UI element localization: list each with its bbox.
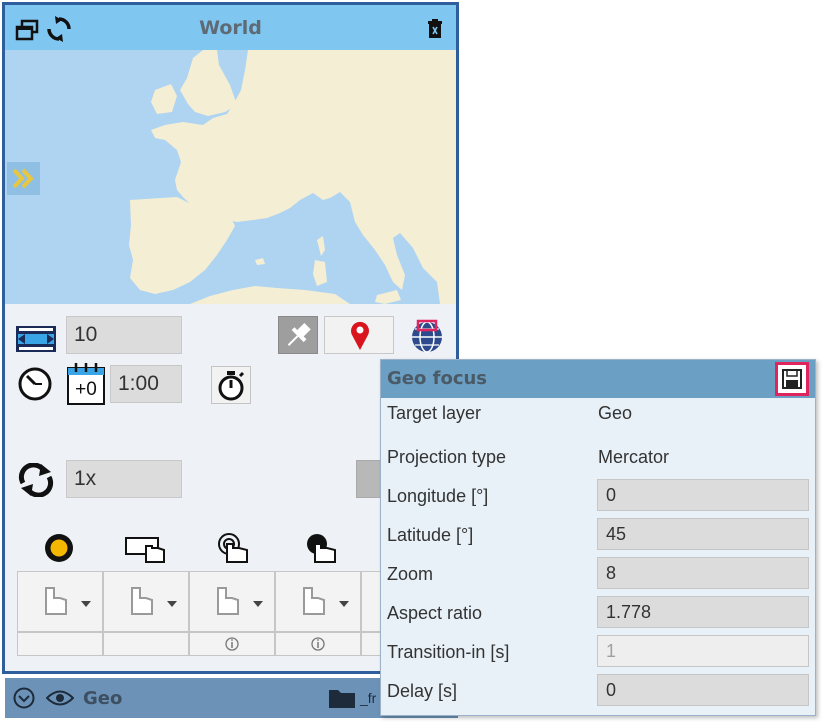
aspect-ratio-label: Aspect ratio bbox=[387, 603, 483, 623]
transition-in-input: 1 bbox=[597, 635, 809, 667]
globe-icon[interactable] bbox=[409, 318, 445, 358]
eye-icon[interactable] bbox=[45, 689, 75, 711]
delay-input[interactable]: 0 bbox=[597, 674, 809, 706]
panel-titlebar: World bbox=[5, 5, 456, 50]
zoom-label: Zoom bbox=[387, 564, 434, 584]
longitude-label: Longitude [°] bbox=[387, 486, 489, 506]
hand-cursor-icon bbox=[45, 587, 91, 615]
hand-touch-icon[interactable] bbox=[215, 532, 251, 572]
location-marker-button[interactable] bbox=[324, 316, 394, 354]
save-icon bbox=[782, 369, 802, 389]
info-icon[interactable] bbox=[190, 633, 274, 655]
width-input[interactable]: 10 bbox=[66, 316, 182, 354]
time-input[interactable]: 1:00 bbox=[110, 365, 182, 403]
stopwatch-icon bbox=[218, 371, 245, 401]
target-layer-value[interactable]: Geo bbox=[598, 403, 632, 424]
save-button[interactable] bbox=[775, 362, 809, 396]
gesture-info-2 bbox=[103, 632, 189, 656]
aspect-ratio-input[interactable]: 1.778 bbox=[597, 596, 809, 628]
latitude-label: Latitude [°] bbox=[387, 525, 474, 545]
chevron-down-icon[interactable] bbox=[13, 687, 35, 713]
layer-name: Geo bbox=[83, 688, 123, 709]
popup-title: Geo focus bbox=[387, 368, 488, 389]
date-offset-label: +0 bbox=[75, 379, 97, 400]
record-icon[interactable] bbox=[43, 532, 75, 568]
target-layer-label: Target layer bbox=[387, 403, 482, 423]
hand-cursor-icon bbox=[217, 587, 263, 615]
longitude-input[interactable]: 0 bbox=[597, 479, 809, 511]
projection-type-label: Projection type bbox=[387, 447, 507, 467]
loop-icon bbox=[17, 462, 55, 501]
latitude-input[interactable]: 45 bbox=[597, 518, 809, 550]
gesture-info-1 bbox=[17, 632, 103, 656]
gesture-info-3 bbox=[189, 632, 275, 656]
layer-path-text: _fr bbox=[360, 690, 377, 706]
folder-icon[interactable] bbox=[328, 687, 356, 713]
hand-press-icon[interactable] bbox=[303, 532, 339, 572]
location-marker-icon bbox=[351, 321, 369, 350]
clock-icon bbox=[17, 366, 53, 406]
hand-cursor-icon bbox=[303, 587, 349, 615]
width-icon bbox=[15, 323, 57, 359]
hand-cursor-icon bbox=[131, 587, 177, 615]
gesture-slot-4[interactable] bbox=[275, 571, 361, 632]
hand-swipe-icon[interactable] bbox=[124, 532, 168, 572]
gesture-slot-1[interactable] bbox=[17, 571, 103, 632]
trash-icon[interactable] bbox=[428, 19, 442, 42]
panel-title: World bbox=[199, 17, 262, 39]
calendar-icon: +0 bbox=[66, 362, 106, 410]
projection-type-value[interactable]: Mercator bbox=[598, 447, 669, 468]
popup-header: Geo focus bbox=[381, 360, 815, 398]
gesture-slot-3[interactable] bbox=[189, 571, 275, 632]
gesture-slot-2[interactable] bbox=[103, 571, 189, 632]
world-map[interactable] bbox=[5, 50, 456, 304]
transition-in-label: Transition-in [s] bbox=[387, 642, 510, 662]
delay-label: Delay [s] bbox=[387, 681, 458, 701]
loop-count-input[interactable]: 1x bbox=[66, 460, 182, 498]
expand-sidebar-button[interactable] bbox=[7, 162, 40, 195]
stopwatch-button[interactable] bbox=[211, 366, 251, 404]
pin-icon bbox=[287, 322, 311, 346]
info-icon[interactable] bbox=[276, 633, 360, 655]
zoom-input[interactable]: 8 bbox=[597, 557, 809, 589]
pin-button[interactable] bbox=[278, 316, 318, 354]
gesture-info-4 bbox=[275, 632, 361, 656]
geo-focus-popup: Geo focus Target layer Geo Projection ty… bbox=[380, 359, 816, 716]
